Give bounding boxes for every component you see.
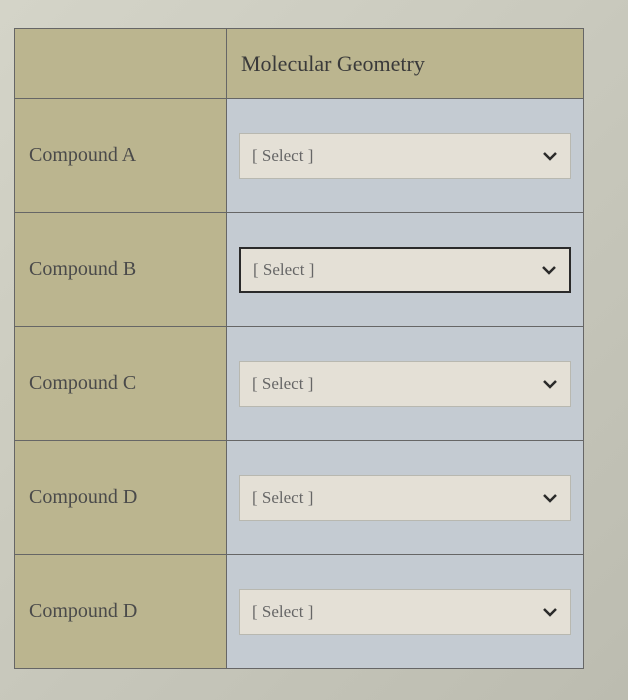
select-placeholder: [ Select ] xyxy=(252,146,313,166)
row-label-compound-b: Compound B xyxy=(15,213,227,327)
select-placeholder: [ Select ] xyxy=(252,488,313,508)
row-label-compound-d-2: Compound D xyxy=(15,555,227,669)
table-row: Compound D [ Select ] xyxy=(15,441,584,555)
table-row: Compound D [ Select ] xyxy=(15,555,584,669)
table-row: Compound B [ Select ] xyxy=(15,213,584,327)
row-label-compound-d: Compound D xyxy=(15,441,227,555)
select-compound-d[interactable]: [ Select ] xyxy=(239,475,571,521)
row-label-compound-a: Compound A xyxy=(15,99,227,213)
geometry-table: Molecular Geometry Compound A [ Select ]… xyxy=(14,28,584,669)
select-compound-c[interactable]: [ Select ] xyxy=(239,361,571,407)
row-value-cell: [ Select ] xyxy=(227,441,584,555)
table-row: Compound A [ Select ] xyxy=(15,99,584,213)
select-placeholder: [ Select ] xyxy=(252,374,313,394)
header-molecular-geometry: Molecular Geometry xyxy=(227,29,584,99)
row-value-cell: [ Select ] xyxy=(227,213,584,327)
select-compound-a[interactable]: [ Select ] xyxy=(239,133,571,179)
select-placeholder: [ Select ] xyxy=(252,602,313,622)
select-compound-b[interactable]: [ Select ] xyxy=(239,247,571,293)
table-row: Compound C [ Select ] xyxy=(15,327,584,441)
row-value-cell: [ Select ] xyxy=(227,99,584,213)
header-row: Molecular Geometry xyxy=(15,29,584,99)
select-placeholder: [ Select ] xyxy=(253,260,314,280)
header-empty-cell xyxy=(15,29,227,99)
row-label-compound-c: Compound C xyxy=(15,327,227,441)
row-value-cell: [ Select ] xyxy=(227,555,584,669)
row-value-cell: [ Select ] xyxy=(227,327,584,441)
select-compound-d-2[interactable]: [ Select ] xyxy=(239,589,571,635)
